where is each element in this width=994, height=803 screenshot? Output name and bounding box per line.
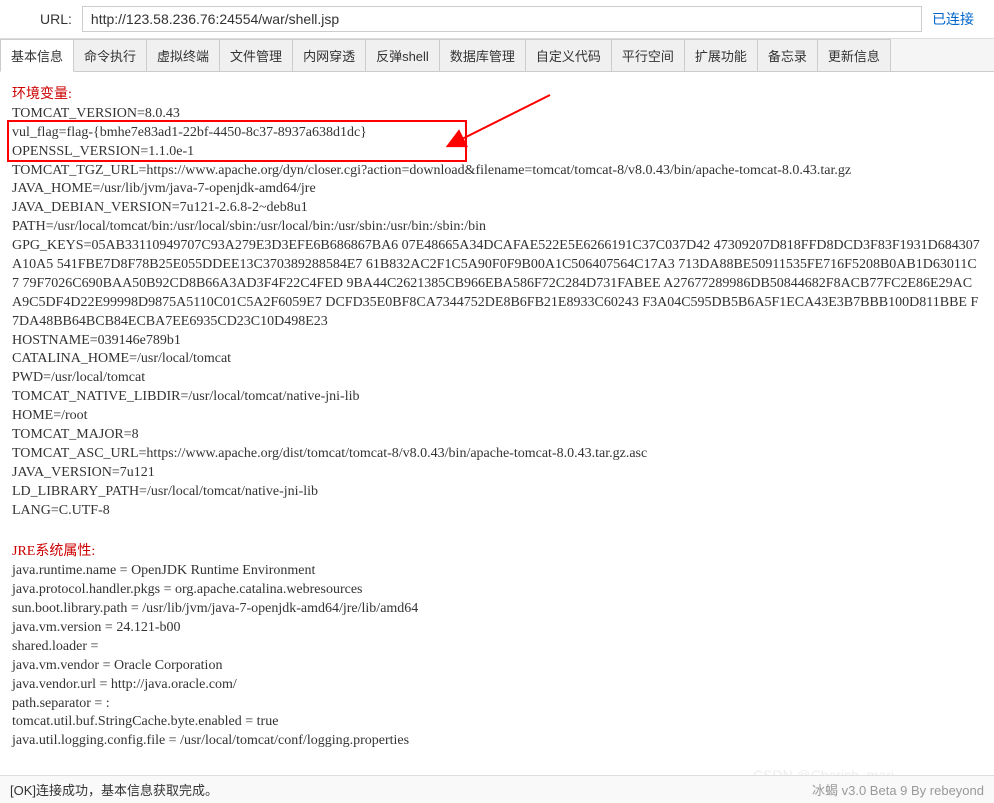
env-line: TOMCAT_NATIVE_LIBDIR=/usr/local/tomcat/n… (12, 388, 982, 407)
tab-virtual-terminal[interactable]: 虚拟终端 (146, 39, 220, 71)
footer-text: 冰蝎 v3.0 Beta 9 By rebeyond (812, 780, 984, 799)
tab-memo[interactable]: 备忘录 (757, 39, 818, 71)
status-message: [OK]连接成功，基本信息获取完成。 (10, 780, 218, 799)
url-label: URL: (10, 11, 72, 27)
env-line: JAVA_VERSION=7u121 (12, 464, 982, 483)
env-section-title: 环境变量: (12, 86, 982, 105)
env-line: TOMCAT_TGZ_URL=https://www.apache.org/dy… (12, 162, 982, 181)
jre-line: java.vm.vendor = Oracle Corporation (12, 657, 982, 676)
tab-intranet[interactable]: 内网穿透 (292, 39, 366, 71)
env-line: vul_flag=flag-{bmhe7e83ad1-22bf-4450-8c3… (12, 124, 982, 143)
content-area[interactable]: 环境变量: TOMCAT_VERSION=8.0.43 vul_flag=fla… (0, 72, 994, 762)
tab-database[interactable]: 数据库管理 (439, 39, 526, 71)
tab-extensions[interactable]: 扩展功能 (684, 39, 758, 71)
url-bar: URL: 已连接 (0, 0, 994, 39)
jre-line: sun.boot.library.path = /usr/lib/jvm/jav… (12, 600, 982, 619)
env-line: HOME=/root (12, 407, 982, 426)
jre-line: shared.loader = (12, 638, 982, 657)
tab-command-exec[interactable]: 命令执行 (73, 39, 147, 71)
url-input[interactable] (82, 6, 922, 32)
env-line: LD_LIBRARY_PATH=/usr/local/tomcat/native… (12, 483, 982, 502)
tabs-container: 基本信息 命令执行 虚拟终端 文件管理 内网穿透 反弹shell 数据库管理 自… (0, 39, 994, 72)
env-line: JAVA_HOME=/usr/lib/jvm/java-7-openjdk-am… (12, 180, 982, 199)
env-line: HOSTNAME=039146e789b1 (12, 332, 982, 351)
env-line: CATALINA_HOME=/usr/local/tomcat (12, 350, 982, 369)
env-line: GPG_KEYS=05AB33110949707C93A279E3D3EFE6B… (12, 237, 982, 331)
tab-parallel[interactable]: 平行空间 (611, 39, 685, 71)
jre-line: java.protocol.handler.pkgs = org.apache.… (12, 581, 982, 600)
tab-update-info[interactable]: 更新信息 (817, 39, 891, 71)
tab-reverse-shell[interactable]: 反弹shell (365, 39, 440, 71)
connection-status: 已连接 (932, 9, 984, 29)
tab-basic-info[interactable]: 基本信息 (0, 39, 74, 72)
env-line: OPENSSL_VERSION=1.1.0e-1 (12, 143, 982, 162)
jre-line: tomcat.util.buf.StringCache.byte.enabled… (12, 713, 982, 732)
env-line: TOMCAT_VERSION=8.0.43 (12, 105, 982, 124)
jre-line: java.vm.version = 24.121-b00 (12, 619, 982, 638)
jre-line: java.util.logging.config.file = /usr/loc… (12, 732, 982, 751)
env-line: LANG=C.UTF-8 (12, 502, 982, 521)
jre-line: path.separator = : (12, 695, 982, 714)
jre-line: java.vendor.url = http://java.oracle.com… (12, 676, 982, 695)
env-line: TOMCAT_ASC_URL=https://www.apache.org/di… (12, 445, 982, 464)
env-line: PATH=/usr/local/tomcat/bin:/usr/local/sb… (12, 218, 982, 237)
tab-custom-code[interactable]: 自定义代码 (525, 39, 612, 71)
env-line: TOMCAT_MAJOR=8 (12, 426, 982, 445)
env-line: JAVA_DEBIAN_VERSION=7u121-2.6.8-2~deb8u1 (12, 199, 982, 218)
jre-section-title: JRE系统属性: (12, 543, 982, 562)
env-line: PWD=/usr/local/tomcat (12, 369, 982, 388)
tab-file-manage[interactable]: 文件管理 (219, 39, 293, 71)
status-bar: [OK]连接成功，基本信息获取完成。 冰蝎 v3.0 Beta 9 By reb… (0, 775, 994, 803)
jre-line: java.runtime.name = OpenJDK Runtime Envi… (12, 562, 982, 581)
